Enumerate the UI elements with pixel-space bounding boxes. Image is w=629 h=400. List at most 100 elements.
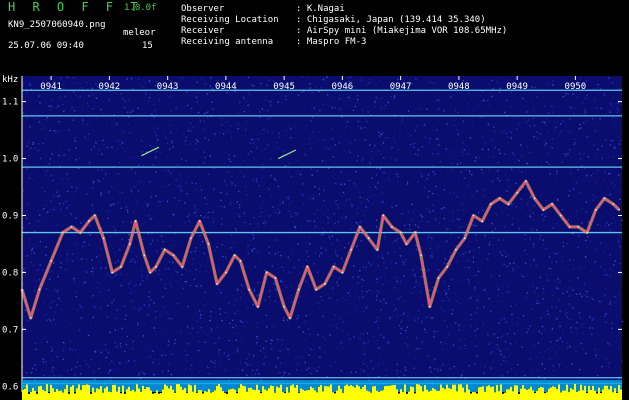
bottom-bar (72, 385, 74, 400)
bottom-bar (58, 390, 60, 400)
bottom-bar (188, 384, 190, 400)
bottom-bar (364, 385, 366, 400)
bottom-bar (248, 387, 250, 400)
bottom-bar (146, 387, 148, 400)
bottom-bar (180, 386, 182, 400)
bottom-bar (30, 391, 32, 400)
bottom-bar (132, 389, 134, 400)
signal-point (324, 282, 326, 285)
bottom-bar (458, 384, 460, 400)
signal-point (172, 254, 175, 257)
signal-point (79, 231, 82, 234)
bottom-bar (612, 392, 614, 400)
bottom-bar (410, 386, 412, 400)
bottom-bar (578, 390, 580, 400)
bottom-bar (78, 384, 80, 400)
bottom-bar (482, 386, 484, 400)
bottom-bar (40, 385, 42, 400)
bottom-bar (228, 389, 230, 400)
signal-point (198, 220, 201, 223)
bottom-bar (236, 393, 238, 400)
bottom-bar (442, 387, 444, 400)
bottom-bar (242, 385, 244, 400)
bottom-bar (308, 390, 310, 400)
signal-point (490, 203, 492, 206)
bottom-bar (122, 385, 124, 400)
bottom-bar (576, 392, 578, 400)
bottom-bar (226, 393, 228, 400)
bottom-bar (142, 385, 144, 400)
bottom-bar (468, 389, 470, 400)
signal-point (283, 305, 286, 308)
signal-point (181, 265, 184, 268)
bottom-bar (50, 384, 52, 400)
bottom-bar (472, 392, 474, 400)
bottom-bar (244, 386, 246, 400)
bottom-bar (246, 391, 248, 400)
bottom-bar (320, 385, 322, 400)
bottom-bar (266, 390, 268, 400)
bottom-bar (332, 392, 334, 400)
bottom-bar (354, 387, 356, 400)
signal-point (618, 208, 620, 211)
bottom-bar (282, 392, 284, 400)
bottom-bar (220, 387, 222, 400)
bottom-bar (488, 385, 490, 400)
bottom-bar (28, 393, 30, 400)
signal-point (207, 243, 210, 245)
bottom-bar (478, 387, 480, 400)
bottom-bar (572, 389, 574, 400)
bottom-bar (66, 384, 68, 400)
bottom-bar (34, 390, 36, 400)
bottom-bar (388, 385, 390, 400)
y-tick-label: 0.7 (2, 325, 18, 335)
x-tick-label: 0950 (565, 82, 587, 92)
bottom-bar (296, 384, 298, 400)
bottom-bar (202, 393, 204, 400)
bottom-bar (498, 391, 500, 400)
signal-point (542, 208, 545, 211)
bottom-bar (382, 390, 384, 400)
bottom-bar (532, 390, 534, 400)
signal-point (481, 220, 484, 223)
bottom-bar (70, 386, 72, 400)
bottom-bar (594, 390, 596, 400)
bottom-bar (182, 389, 184, 400)
signal-point (233, 254, 236, 257)
bottom-bar (108, 391, 110, 400)
bottom-bar (602, 389, 604, 400)
signal-point (38, 288, 41, 291)
bottom-bar (186, 392, 188, 400)
bottom-bar (22, 389, 24, 400)
bottom-bar (492, 386, 494, 400)
bottom-bar (74, 393, 76, 400)
bottom-bar (250, 387, 252, 400)
signal-point (163, 248, 166, 251)
bottom-bar (198, 389, 200, 400)
bottom-bar (610, 385, 612, 400)
bottom-bar (526, 389, 528, 400)
bottom-bar (46, 384, 48, 400)
bottom-bar (402, 392, 404, 400)
signal-point (507, 203, 510, 206)
bottom-bar (270, 385, 272, 400)
signal-point (93, 214, 96, 217)
bottom-bar (26, 384, 28, 400)
bottom-bar (160, 393, 162, 400)
y-tick-label: 1.0 (2, 155, 18, 165)
bottom-bar (360, 389, 362, 400)
signal-point (414, 231, 417, 234)
bottom-bar (210, 392, 212, 400)
bottom-bar (274, 392, 276, 400)
signal-point (190, 237, 192, 240)
bottom-bar (192, 391, 194, 400)
signal-point (257, 305, 259, 308)
bottom-bar (164, 384, 166, 400)
bottom-bar (518, 393, 520, 400)
signal-point (498, 197, 501, 200)
bottom-bar (462, 387, 464, 400)
bottom-bar (454, 384, 456, 400)
bottom-bar (504, 392, 506, 400)
bottom-bar (394, 384, 396, 400)
bottom-bar (212, 391, 214, 400)
